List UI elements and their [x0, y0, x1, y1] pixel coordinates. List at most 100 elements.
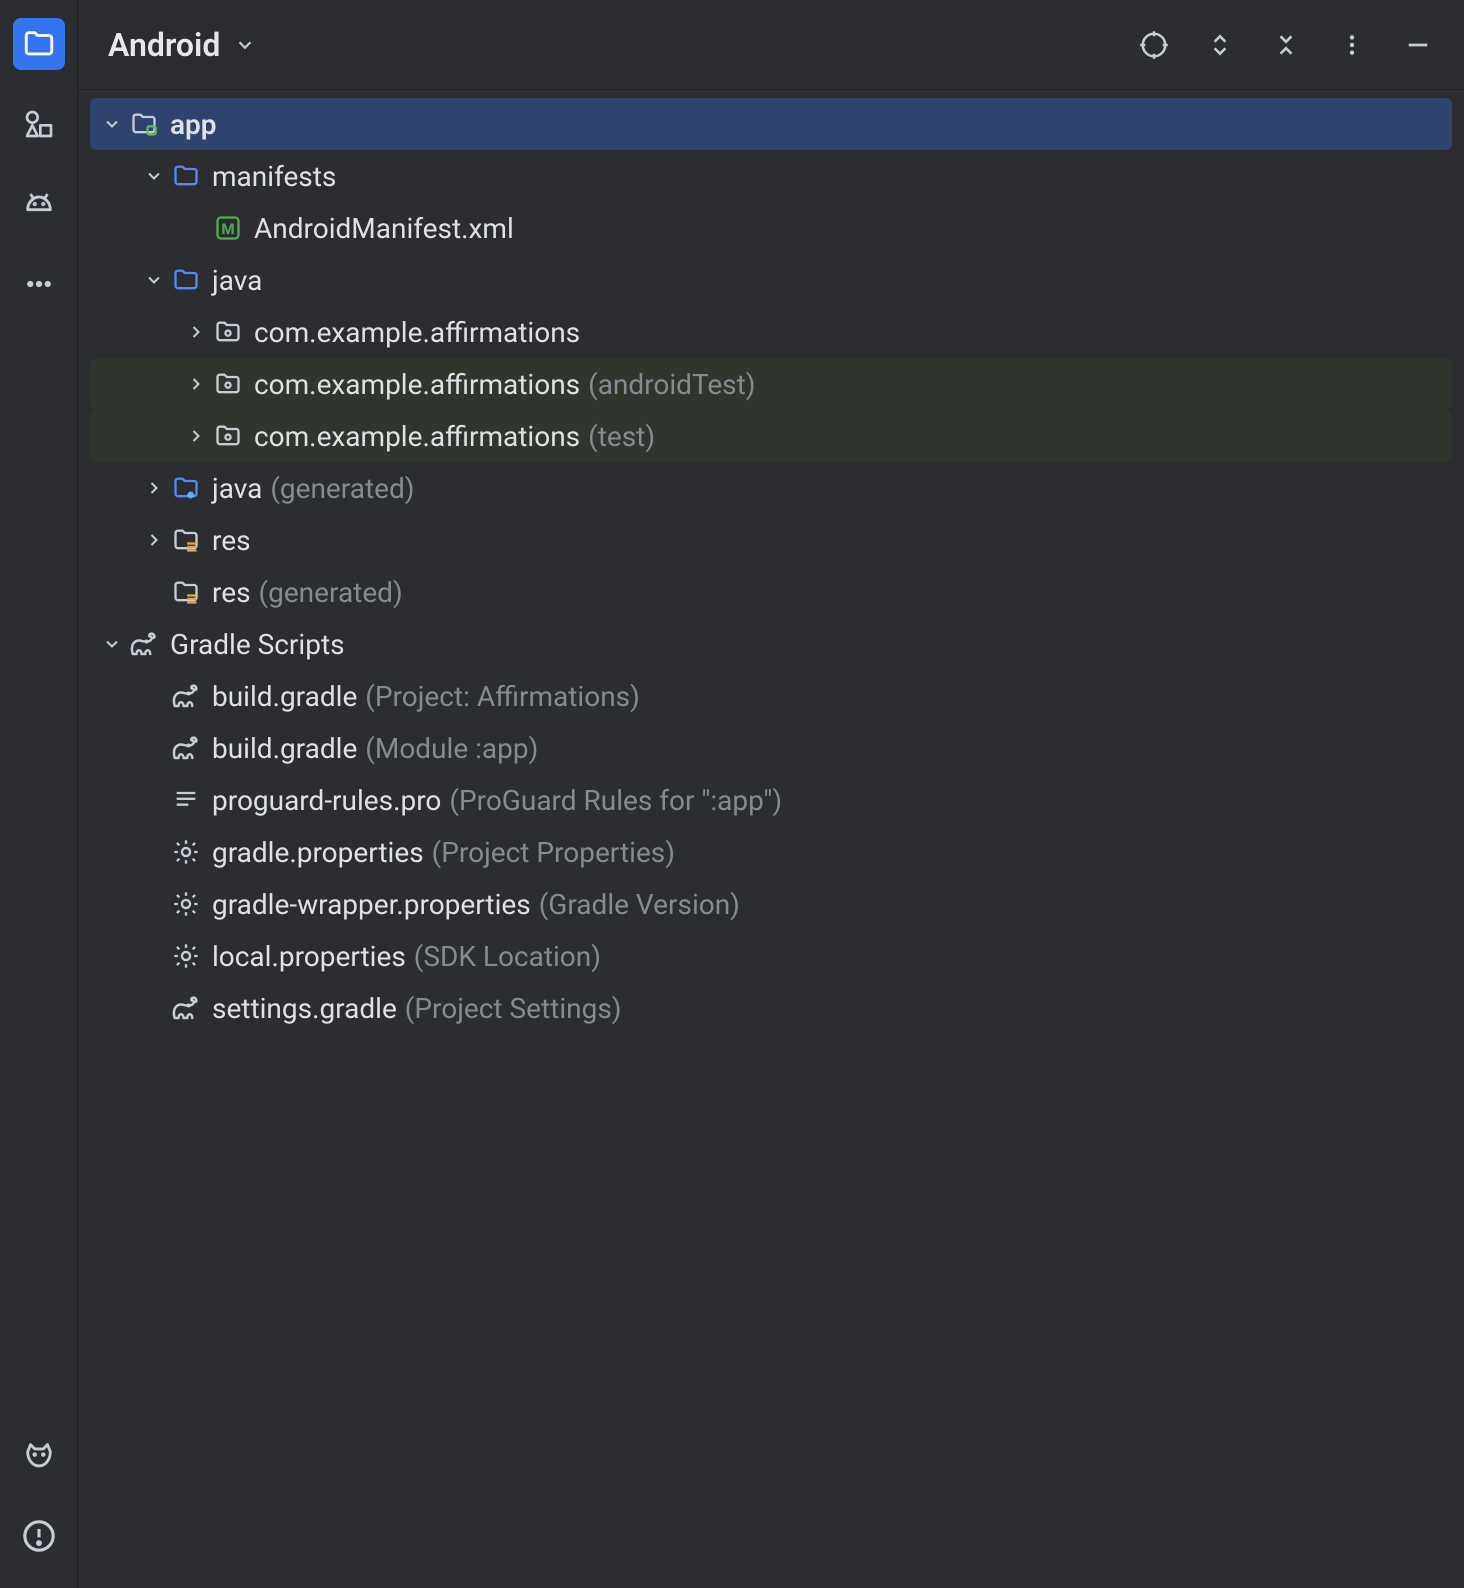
select-opened-file-button[interactable] [1138, 29, 1170, 61]
tree-node-gradle-properties[interactable]: gradle.properties (Project Properties) [90, 826, 1452, 878]
collapse-all-button[interactable] [1270, 29, 1302, 61]
tree-node-proguard[interactable]: proguard-rules.pro (ProGuard Rules for "… [90, 774, 1452, 826]
tree-node-manifest-file[interactable]: M AndroidManifest.xml [90, 202, 1452, 254]
tree-hint: (test) [588, 420, 655, 453]
header-actions [1138, 29, 1434, 61]
tree-label: app [170, 108, 217, 141]
minimize-icon [1404, 31, 1432, 59]
chevron-right-icon [180, 316, 212, 348]
chevron-down-icon [234, 34, 256, 56]
project-panel: Android [78, 0, 1464, 1588]
tree-hint: (ProGuard Rules for ":app") [449, 784, 782, 817]
folder-icon [22, 27, 56, 61]
tree-node-app[interactable]: app [90, 98, 1452, 150]
chevrons-vertical-icon [1207, 32, 1233, 58]
package-icon [212, 420, 244, 452]
structure-tool-button[interactable] [13, 98, 65, 150]
tree-hint: (Project Settings) [405, 992, 622, 1025]
tree-hint: (generated) [259, 576, 403, 609]
chevron-down-icon [138, 264, 170, 296]
dots-vertical-icon [1339, 32, 1365, 58]
gradle-icon [170, 732, 202, 764]
generated-folder-icon [170, 472, 202, 504]
cat-tool-button[interactable] [13, 1430, 65, 1482]
chevron-right-icon [180, 368, 212, 400]
expand-collapse-button[interactable] [1204, 29, 1236, 61]
gear-icon [170, 836, 202, 868]
folder-icon [170, 160, 202, 192]
more-tool-button[interactable] [13, 258, 65, 310]
view-mode-label: Android [108, 26, 220, 64]
view-mode-selector[interactable]: Android [108, 26, 256, 64]
tree-hint: (Module :app) [365, 732, 538, 765]
tree-hint: (SDK Location) [414, 940, 601, 973]
gradle-icon [170, 992, 202, 1024]
folder-icon [170, 264, 202, 296]
tree-node-package-main[interactable]: com.example.affirmations [90, 306, 1452, 358]
dots-horizontal-icon [24, 269, 54, 299]
tree-node-res-generated[interactable]: res (generated) [90, 566, 1452, 618]
android-tool-button[interactable] [13, 178, 65, 230]
tree-label: java [212, 264, 262, 297]
options-button[interactable] [1336, 29, 1368, 61]
tree-label: Gradle Scripts [170, 628, 345, 661]
tree-node-build-gradle-module[interactable]: build.gradle (Module :app) [90, 722, 1452, 774]
tree-label: build.gradle [212, 732, 357, 765]
tree-node-java[interactable]: java [90, 254, 1452, 306]
tool-sidebar [0, 0, 78, 1588]
chevron-right-icon [180, 420, 212, 452]
tree-node-build-gradle-project[interactable]: build.gradle (Project: Affirmations) [90, 670, 1452, 722]
tree-node-gradle-scripts[interactable]: Gradle Scripts [90, 618, 1452, 670]
package-icon [212, 368, 244, 400]
module-folder-icon [128, 108, 160, 140]
gradle-icon [128, 628, 160, 660]
manifest-file-icon: M [212, 212, 244, 244]
gear-icon [170, 940, 202, 972]
tree-hint: (androidTest) [588, 368, 755, 401]
resource-folder-icon [170, 576, 202, 608]
gear-icon [170, 888, 202, 920]
project-tree: app manifests M AndroidManifest.xml [78, 90, 1464, 1042]
problems-tool-button[interactable] [13, 1510, 65, 1562]
tree-node-package-test[interactable]: com.example.affirmations (test) [90, 410, 1452, 462]
project-tool-button[interactable] [13, 18, 65, 70]
package-icon [212, 316, 244, 348]
chevron-down-icon [138, 160, 170, 192]
project-header: Android [78, 0, 1464, 90]
svg-text:M: M [221, 220, 234, 238]
tree-label: com.example.affirmations [254, 368, 580, 401]
tree-node-wrapper-properties[interactable]: gradle-wrapper.properties (Gradle Versio… [90, 878, 1452, 930]
tree-label: gradle-wrapper.properties [212, 888, 531, 921]
tree-label: com.example.affirmations [254, 420, 580, 453]
chevron-right-icon [138, 472, 170, 504]
tree-label: com.example.affirmations [254, 316, 580, 349]
tree-label: res [212, 576, 251, 609]
cat-icon [22, 1439, 56, 1473]
tree-node-package-android-test[interactable]: com.example.affirmations (androidTest) [90, 358, 1452, 410]
tree-label: java [212, 472, 262, 505]
tree-node-res[interactable]: res [90, 514, 1452, 566]
text-file-icon [170, 784, 202, 816]
chevron-right-icon [138, 524, 170, 556]
chevron-down-icon [96, 108, 128, 140]
tree-label: local.properties [212, 940, 406, 973]
tree-node-settings-gradle[interactable]: settings.gradle (Project Settings) [90, 982, 1452, 1034]
tree-hint: (generated) [270, 472, 414, 505]
tree-hint: (Project Properties) [432, 836, 675, 869]
minimize-button[interactable] [1402, 29, 1434, 61]
tree-label: settings.gradle [212, 992, 397, 1025]
tree-node-local-properties[interactable]: local.properties (SDK Location) [90, 930, 1452, 982]
tree-label: gradle.properties [212, 836, 424, 869]
tree-hint: (Project: Affirmations) [365, 680, 640, 713]
chevrons-collapse-icon [1273, 32, 1299, 58]
tree-label: build.gradle [212, 680, 357, 713]
chevron-down-icon [96, 628, 128, 660]
tree-node-java-generated[interactable]: java (generated) [90, 462, 1452, 514]
tree-label: AndroidManifest.xml [254, 212, 514, 245]
tree-label: res [212, 524, 251, 557]
tree-node-manifests[interactable]: manifests [90, 150, 1452, 202]
tree-label: manifests [212, 160, 336, 193]
target-icon [1139, 30, 1169, 60]
alert-circle-icon [22, 1519, 56, 1553]
shapes-icon [23, 108, 55, 140]
